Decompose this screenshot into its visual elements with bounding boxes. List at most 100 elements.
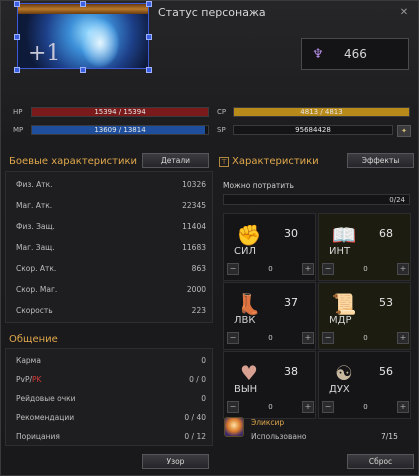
character-portrait: +1 [17,3,149,69]
elixir-used-value: 7/15 [381,432,398,441]
stat-card-ДУХ: ☯ ДУХ 56−0 + [318,351,411,419]
combat-stat-label: Скорость [16,306,53,315]
hp-label: HP [13,108,23,116]
combat-stat-label: Физ. Атк. [16,180,53,189]
spendable-value: 0/24 [389,196,405,204]
stat-stepper: − 0 + [322,263,409,275]
combat-stat-value: 10326 [182,180,206,189]
stat-minus-button[interactable]: − [227,263,239,275]
combat-stat-row: Скор. Атк. 863 [16,264,206,273]
social-row: Карма 0 [16,356,206,365]
selection-handle [146,1,152,7]
combat-stat-value: 223 [191,306,206,315]
elixir-icon [224,417,244,437]
social-row: Рейдовые очки 0 [16,394,206,403]
social-value: 0 [201,394,206,403]
selection-handle [146,34,152,40]
stat-plus-button[interactable]: + [302,263,314,275]
stat-value: 30 [284,227,298,240]
reset-button[interactable]: Сброс [347,454,414,469]
combat-stat-label: Маг. Защ. [16,243,55,252]
effects-button[interactable]: Эффекты [347,153,414,168]
hp-bar: 15394 / 15394 [31,107,209,117]
stat-alloc-value: 0 [363,403,368,411]
portrait-figure [80,18,120,68]
social-value: 0 / 0 [189,375,206,384]
combat-stat-row: Физ. Атк. 10326 [16,180,206,189]
close-icon[interactable]: ✕ [397,6,411,20]
pattern-button[interactable]: Узор [142,454,209,469]
stat-stepper: − 0 + [322,401,409,413]
social-row: Порицания 0 / 12 [16,432,206,441]
stat-value: 53 [379,296,393,309]
stat-value: 56 [379,365,393,378]
selection-handle [14,34,20,40]
social-value: 0 / 12 [184,432,206,441]
combat-stat-value: 2000 [186,285,206,294]
hp-value: 15394 / 15394 [94,108,146,116]
stat-plus-button[interactable]: + [302,401,314,413]
social-label: Рейдовые очки [16,394,76,403]
mp-label: MP [13,126,24,134]
spendable-bar: 0/24 [223,194,410,205]
details-button[interactable]: Детали [142,153,209,168]
combat-stat-label: Скор. Атк. [16,264,57,273]
combat-stat-label: Маг. Атк. [16,201,53,210]
social-label: Карма [16,356,41,365]
combat-power-value: 466 [344,47,367,61]
stat-alloc-value: 0 [363,265,368,273]
combat-stats-title: Боевые характеристики [9,156,137,167]
character-status-window: +1 Статус персонажа ✕ ♆ 466 HP 15394 / 1… [0,0,419,476]
stat-minus-button[interactable]: − [227,332,239,344]
stat-minus-button[interactable]: − [322,263,334,275]
stat-abbr: ЛВК [234,315,256,326]
stat-plus-button[interactable]: + [397,401,409,413]
stat-minus-button[interactable]: − [322,332,334,344]
combat-stat-label: Физ. Защ. [16,222,55,231]
stat-abbr: ДУХ [329,384,350,395]
stat-card-ВЫН: ♥ ВЫН 38−0 + [223,351,316,419]
social-title: Общение [9,334,58,345]
spendable-label: Можно потратить [223,181,294,190]
characteristics-icon: ⊤ [219,157,229,167]
social-label: Рекомендации [16,413,75,422]
sp-exchange-button[interactable]: ✦ [397,125,411,137]
stat-abbr: ИНТ [329,246,351,257]
stat-plus-button[interactable]: + [302,332,314,344]
social-value: 0 [201,356,206,365]
stat-abbr: СИЛ [234,246,256,257]
stat-value: 37 [284,296,298,309]
window-title: Статус персонажа [158,6,266,19]
selection-handle [14,67,20,73]
combat-stat-row: Физ. Защ. 11404 [16,222,206,231]
stat-plus-button[interactable]: + [397,332,409,344]
social-row: Рекомендации 0 / 40 [16,413,206,422]
stat-abbr: ВЫН [234,384,258,395]
stat-minus-button[interactable]: − [227,401,239,413]
characteristics-title: Характеристики [232,156,319,167]
stat-card-ИНТ: 📖 ИНТ 68−0 + [318,213,411,281]
mp-bar: 13609 / 13814 [31,125,209,135]
selection-handle [146,67,152,73]
cp-bar: 4813 / 4813 [233,107,410,117]
sp-value: 95684428 [295,126,331,134]
combat-stat-value: 863 [191,264,206,273]
combat-stat-value: 11683 [182,243,206,252]
stat-alloc-value: 0 [268,334,273,342]
stat-stepper: − 0 + [322,332,409,344]
elixir-used-label: Использовано [251,432,307,441]
selection-handle [80,67,86,73]
stat-plus-button[interactable]: + [397,263,409,275]
sp-label: SP [217,126,226,134]
combat-stat-row: Скорость 223 [16,306,206,315]
stat-stepper: − 0 + [227,332,314,344]
combat-stat-row: Скор. Маг. 2000 [16,285,206,294]
selection-handle [14,1,20,7]
social-row: PvP/PK 0 / 0 [16,375,206,384]
stat-value: 68 [379,227,393,240]
combat-power-box: ♆ 466 [301,38,409,70]
stat-minus-button[interactable]: − [322,401,334,413]
stat-value: 38 [284,365,298,378]
combat-stat-value: 22345 [182,201,206,210]
social-label: PvP/ [16,375,33,384]
